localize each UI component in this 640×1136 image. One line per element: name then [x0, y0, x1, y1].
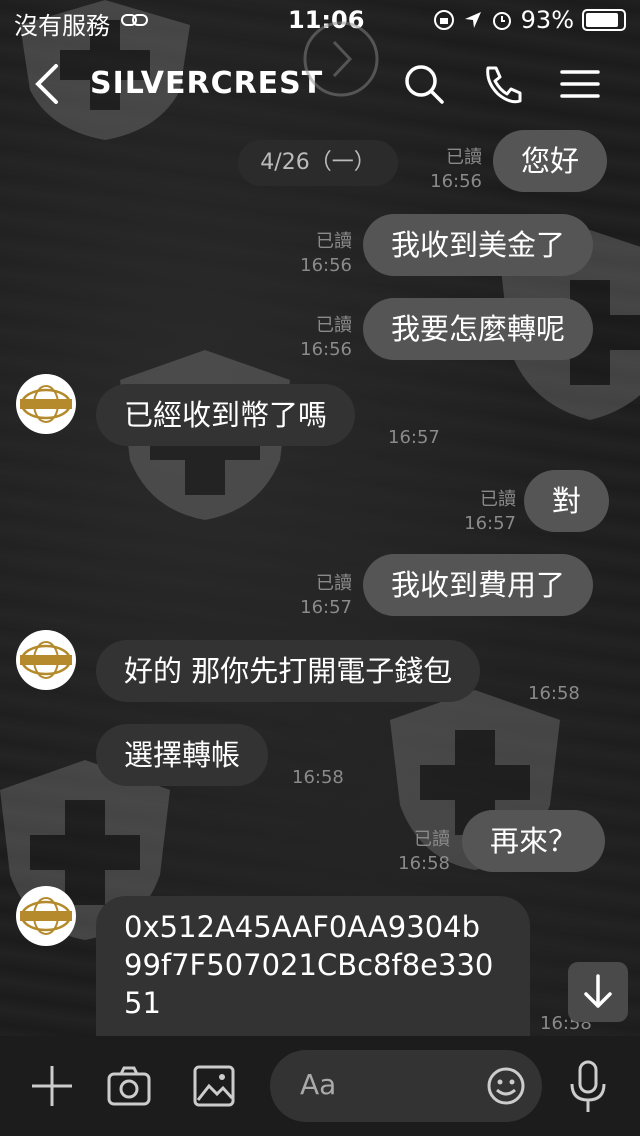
message-input-placeholder: Aa: [300, 1068, 337, 1101]
location-icon: [464, 12, 481, 28]
timestamp: 16:57: [388, 427, 440, 448]
arrow-down-icon: [584, 974, 612, 1008]
phone-icon[interactable]: [480, 62, 524, 106]
chat-title: SILVERCREST: [90, 66, 324, 101]
forward-circle-icon: [303, 21, 379, 97]
message-bubble[interactable]: 我收到美金了: [363, 214, 594, 276]
message-bubble[interactable]: 選擇轉帳: [96, 724, 269, 786]
battery-percent: 93%: [520, 6, 574, 34]
rotation-lock-icon: [433, 10, 454, 30]
message-bubble[interactable]: 對: [524, 470, 610, 532]
link-icon: [121, 14, 148, 26]
message-bubble[interactable]: 再來？: [462, 810, 606, 872]
read-receipt: 已讀 16:58: [398, 829, 450, 874]
plus-icon[interactable]: [30, 1064, 74, 1108]
camera-icon[interactable]: [106, 1064, 152, 1108]
search-icon[interactable]: [402, 62, 446, 106]
avatar[interactable]: [16, 630, 76, 690]
back-chevron-icon[interactable]: [28, 60, 68, 108]
message-bubble[interactable]: 我收到費用了: [363, 554, 594, 616]
timestamp: 16:58: [528, 683, 580, 704]
message-line: 0x512A45AAF0AA9304b: [124, 910, 481, 944]
silvercrest-logo: [20, 641, 72, 679]
date-separator: 4/26（一）: [238, 140, 398, 186]
chat-header: SILVERCREST: [0, 21, 640, 128]
silvercrest-logo: [20, 385, 72, 423]
image-icon[interactable]: [192, 1064, 236, 1108]
read-receipt: 已讀 16:57: [464, 489, 516, 534]
battery-icon: [582, 9, 626, 31]
avatar[interactable]: [16, 374, 76, 434]
carrier-label: 沒有服務: [14, 12, 110, 40]
read-receipt: 已讀 16:57: [300, 573, 352, 618]
message-input[interactable]: Aa: [270, 1050, 542, 1122]
read-receipt: 已讀 16:56: [300, 315, 352, 360]
timestamp: 16:58: [292, 767, 344, 788]
message-bubble[interactable]: 您好: [493, 130, 608, 192]
alarm-icon: [492, 12, 511, 30]
microphone-icon[interactable]: [568, 1060, 608, 1114]
silvercrest-logo: [20, 897, 72, 935]
message-bubble[interactable]: 已經收到幣了嗎: [96, 384, 356, 446]
emoji-icon[interactable]: [486, 1066, 526, 1106]
menu-icon[interactable]: [558, 62, 602, 106]
read-receipt: 已讀 16:56: [430, 147, 482, 192]
message-bubble[interactable]: 我要怎麼轉呢: [363, 298, 594, 360]
avatar[interactable]: [16, 886, 76, 946]
read-receipt: 已讀 16:56: [300, 231, 352, 276]
message-line: 99f7F507021CBc8f8e330: [124, 948, 494, 982]
scroll-to-bottom-button[interactable]: [568, 962, 628, 1022]
message-line: 51: [124, 986, 161, 1020]
message-bubble[interactable]: 好的 那你先打開電子錢包: [96, 640, 481, 702]
composer-bar: Aa: [0, 1036, 640, 1136]
